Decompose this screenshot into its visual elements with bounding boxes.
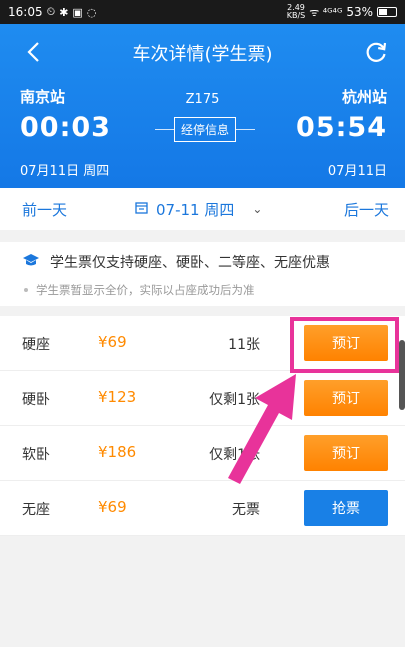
- departure-date: 07月11日 周四: [20, 164, 110, 179]
- seat-price: ¥69: [98, 333, 127, 351]
- train-number: Z175: [185, 92, 220, 107]
- shield-icon: ▣: [72, 5, 83, 19]
- date-selector[interactable]: 07-11 周四 ⌄: [135, 199, 262, 220]
- seat-count: 仅剩1张: [209, 392, 260, 408]
- notification-icon: ◌: [86, 5, 97, 19]
- next-day-button[interactable]: 后一天: [344, 199, 389, 220]
- seat-row: 无座 ¥69 无票 抢票: [0, 481, 405, 536]
- date-bar: 前一天 07-11 周四 ⌄ 后一天: [0, 188, 405, 230]
- bluetooth-icon: ✱: [59, 5, 69, 19]
- seat-type: 硬卧: [22, 392, 50, 408]
- grab-ticket-button[interactable]: 抢票: [304, 490, 388, 526]
- trip-header: 车次详情(学生票) 南京站 杭州站 Z175 00:03 05:54 经停信息 …: [0, 24, 405, 188]
- seat-type: 软卧: [22, 447, 50, 463]
- back-arrow-icon[interactable]: [18, 36, 48, 68]
- stops-info-wrap: 经停信息: [155, 116, 256, 142]
- alarm-icon: ⏲: [46, 5, 56, 18]
- nav-bar: 车次详情(学生票): [0, 24, 405, 82]
- student-ticket-notice: 学生票仅支持硬座、硬卧、二等座、无座优惠 学生票暂显示全价，实际以占座成功后为准: [0, 242, 405, 306]
- calendar-icon: [135, 200, 148, 218]
- notice-main: 学生票仅支持硬座、硬卧、二等座、无座优惠: [22, 252, 330, 272]
- book-button[interactable]: 预订: [304, 380, 388, 416]
- seat-count: 无票: [232, 502, 260, 518]
- seat-count: 仅剩1张: [209, 447, 260, 463]
- seat-price: ¥123: [98, 388, 137, 406]
- current-date: 07-11 周四: [156, 200, 235, 219]
- notice-sub-text: 学生票暂显示全价，实际以占座成功后为准: [36, 283, 255, 297]
- battery-fill: [379, 9, 388, 15]
- station-row: 南京站 杭州站 Z175 00:03 05:54 经停信息 07月11日 周四 …: [0, 82, 405, 188]
- book-button[interactable]: 预订: [304, 325, 388, 361]
- graduation-cap-icon: [22, 253, 40, 271]
- divider-line: [236, 128, 256, 130]
- scrollbar[interactable]: [399, 340, 405, 410]
- network-speed-unit: KB/S: [286, 11, 306, 20]
- divider-line: [155, 128, 174, 130]
- notice-main-text: 学生票仅支持硬座、硬卧、二等座、无座优惠: [50, 255, 330, 271]
- seat-type: 无座: [22, 502, 50, 518]
- bullet-icon: [24, 288, 28, 292]
- seat-row: 软卧 ¥186 仅剩1张 预订: [0, 426, 405, 481]
- chevron-down-icon: ⌄: [252, 202, 263, 216]
- stops-info-button[interactable]: 经停信息: [174, 116, 237, 142]
- arrival-time: 05:54: [296, 112, 387, 143]
- seat-row: 硬座 ¥69 11张 预订: [0, 316, 405, 371]
- seat-list: 硬座 ¥69 11张 预订 硬卧 ¥123 仅剩1张 预订 软卧 ¥186 仅剩…: [0, 316, 405, 536]
- battery-percent: 53%: [346, 5, 373, 19]
- seat-type: 硬座: [22, 337, 50, 353]
- status-time: 16:05: [8, 5, 43, 19]
- seat-row: 硬卧 ¥123 仅剩1张 预订: [0, 371, 405, 426]
- seat-price: ¥69: [98, 498, 127, 516]
- prev-day-button[interactable]: 前一天: [22, 199, 67, 220]
- book-button[interactable]: 预订: [304, 435, 388, 471]
- battery-icon: [377, 7, 397, 17]
- network-speed: 2.49 KB/S: [287, 4, 306, 20]
- arrival-date: 07月11日: [327, 164, 387, 179]
- refresh-icon[interactable]: [361, 36, 391, 68]
- page-title: 车次详情(学生票): [132, 44, 273, 65]
- departure-time: 00:03: [20, 112, 111, 143]
- status-bar: 16:05 ⏲ ✱ ▣ ◌ 2.49 KB/S ᯤ ⁴ᴳ⁴ᴳ 53%: [0, 0, 405, 24]
- wifi-signal-icon: ᯤ ⁴ᴳ⁴ᴳ: [309, 5, 343, 19]
- seat-price: ¥186: [98, 443, 137, 461]
- seat-count: 11张: [228, 337, 260, 353]
